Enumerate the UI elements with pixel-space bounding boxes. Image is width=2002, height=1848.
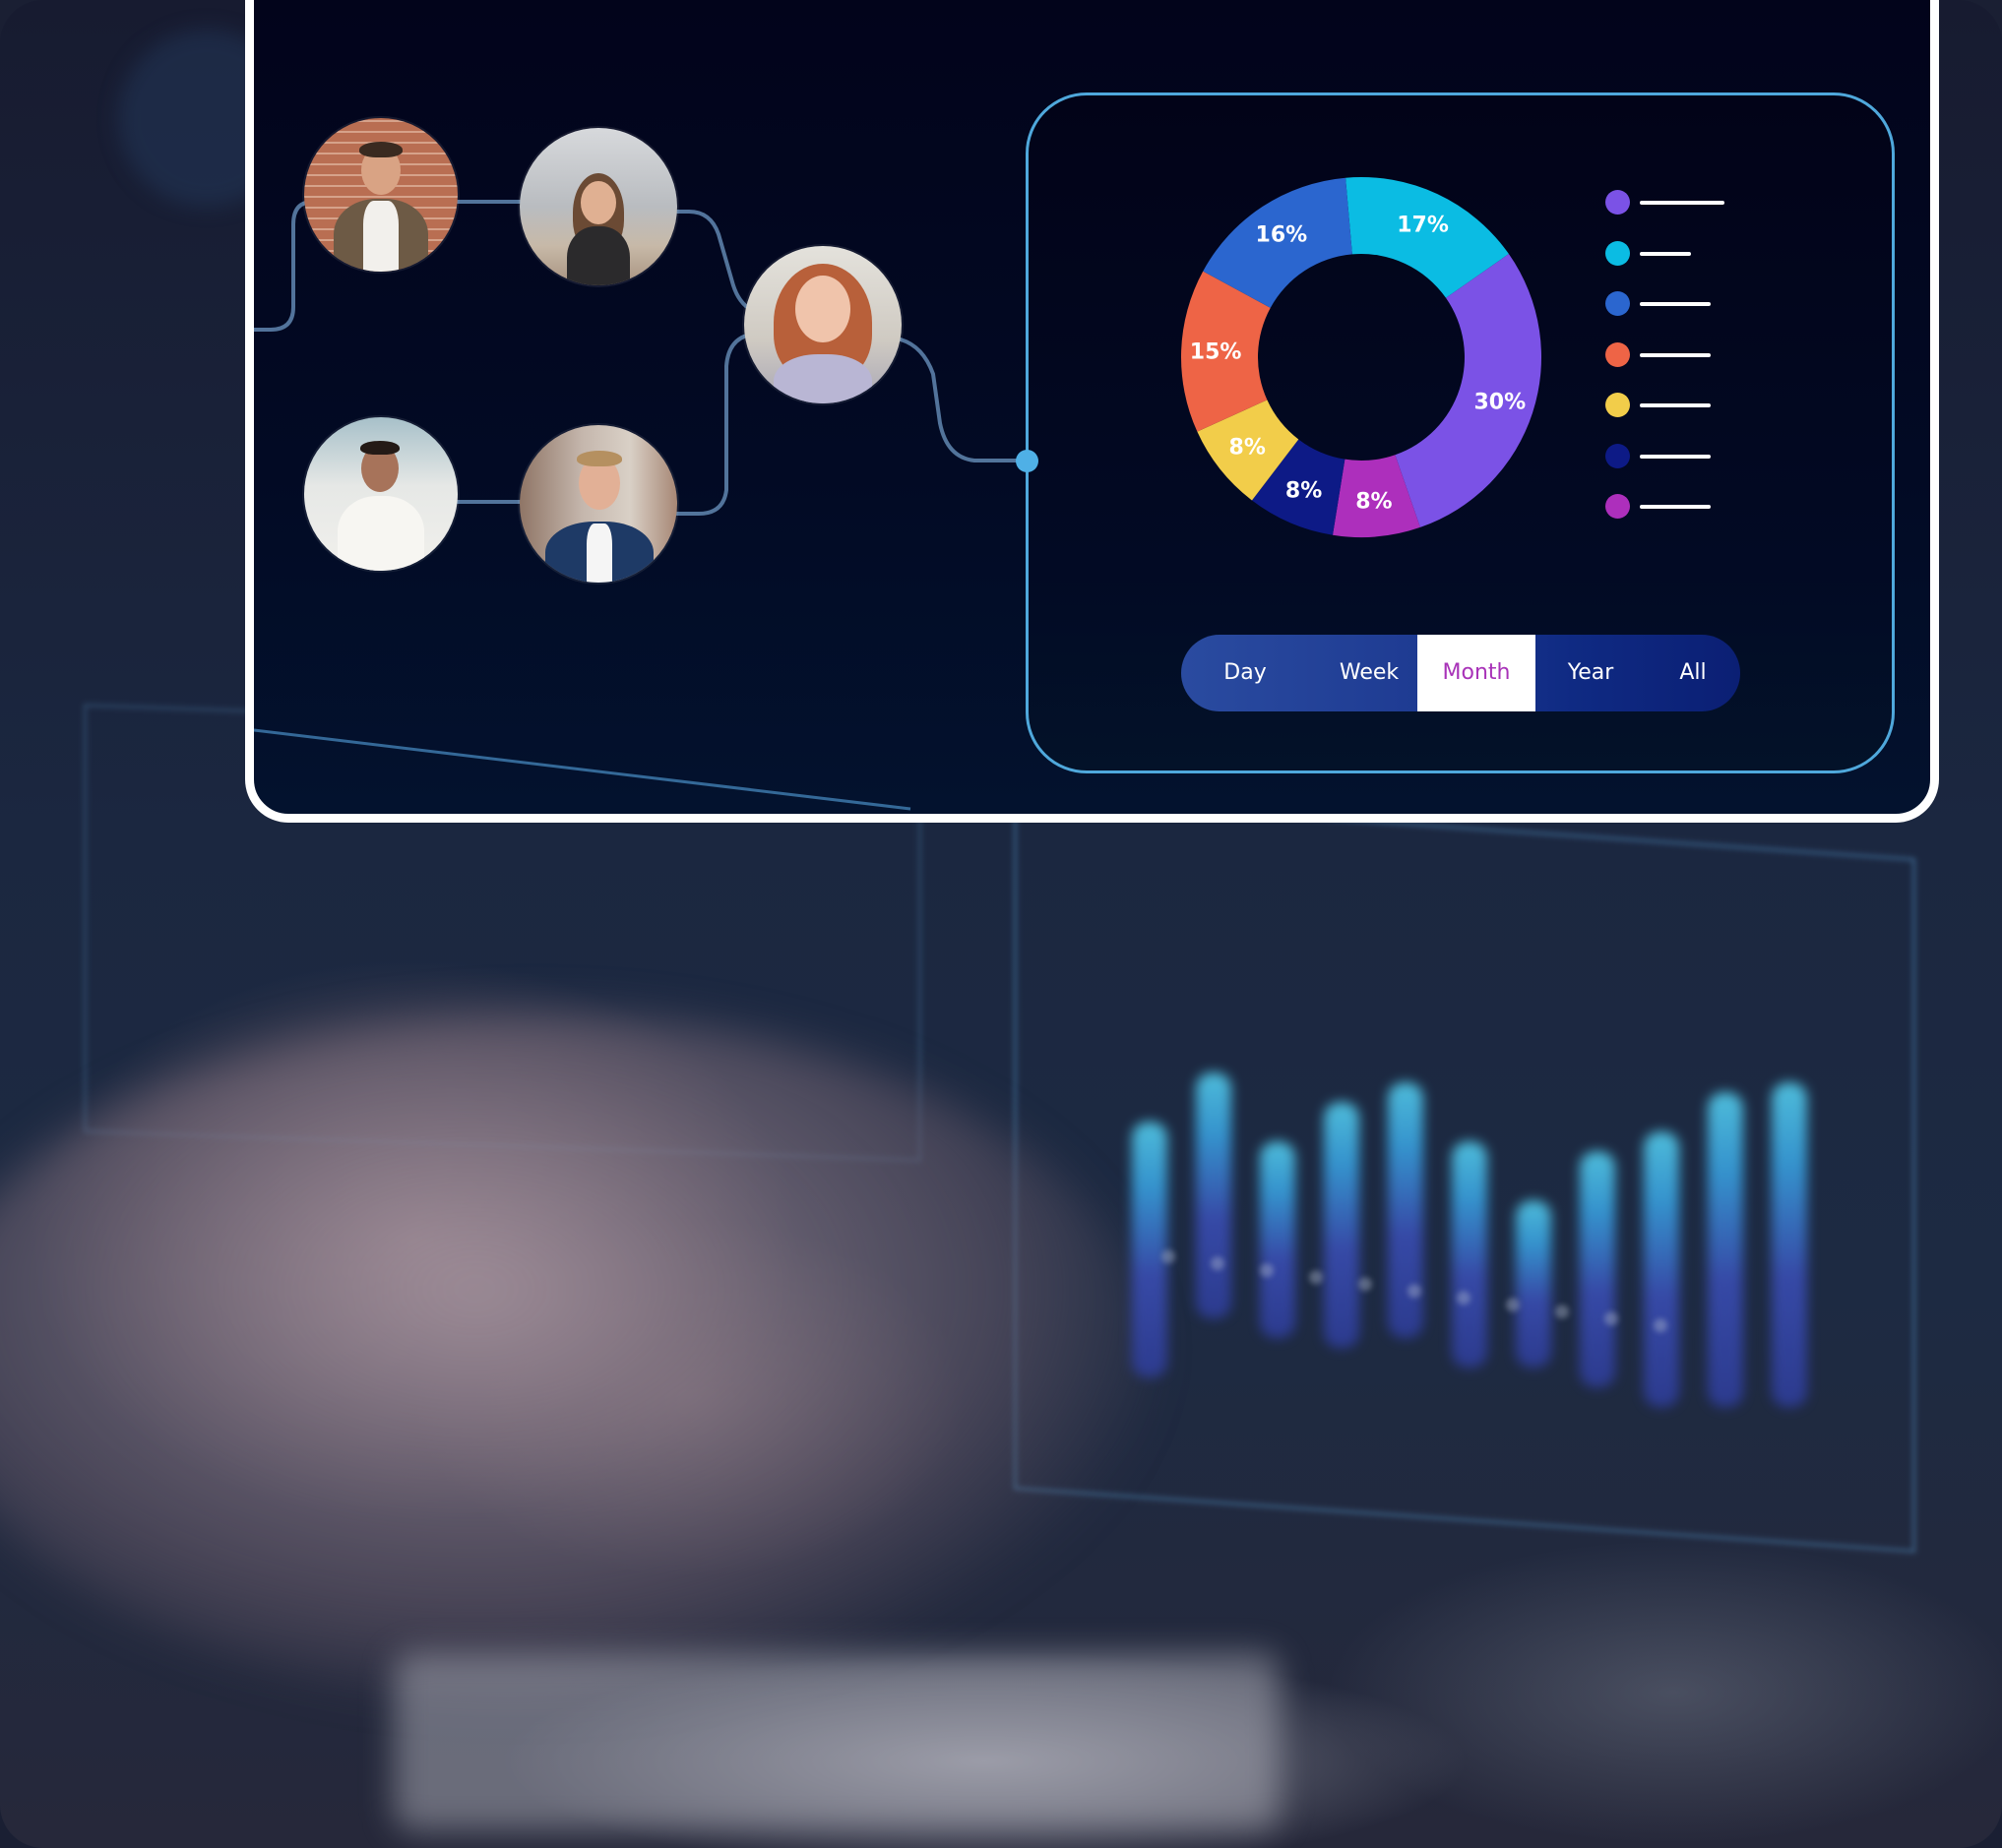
background-chart-dot xyxy=(1408,1284,1421,1298)
donut-slice-label: 17% xyxy=(1397,213,1449,238)
background-chart-dot xyxy=(1457,1291,1470,1305)
donut-slice-label: 30% xyxy=(1473,390,1527,415)
legend-placeholder-line xyxy=(1640,505,1711,509)
background-chart-dot xyxy=(1358,1277,1372,1291)
background-chart-bar xyxy=(1260,1141,1295,1338)
background-chart-bar xyxy=(1196,1073,1231,1319)
legend-placeholder-line xyxy=(1640,352,1711,357)
legend-placeholder-line xyxy=(1640,454,1711,459)
background-chart-bar xyxy=(1644,1132,1679,1407)
legend-color-dot xyxy=(1605,291,1630,316)
background-chart-bar xyxy=(1772,1082,1807,1407)
background-chart-dot xyxy=(1161,1250,1175,1263)
background-hand xyxy=(0,1014,1152,1702)
time-range-day-button[interactable]: Day xyxy=(1181,635,1309,711)
time-range-month-button[interactable]: Month xyxy=(1417,635,1535,711)
time-range-year-button[interactable]: Year xyxy=(1535,635,1646,711)
background-chart-bar xyxy=(1580,1151,1615,1387)
background-chart-bar xyxy=(1388,1082,1423,1338)
donut-slice-label: 8% xyxy=(1228,435,1266,461)
dashboard-frame: 17% 30% 8% 8% 8% 15% 16% Day Week Month Year All xyxy=(245,0,1939,823)
background-chart-dot xyxy=(1654,1319,1667,1332)
legend-color-dot xyxy=(1605,341,1630,367)
background-chart-dot xyxy=(1260,1263,1274,1277)
legend-color-dot xyxy=(1605,393,1630,417)
background-chart-bar xyxy=(1708,1092,1743,1407)
background-chart-dot xyxy=(1604,1312,1618,1325)
background-chart-bar xyxy=(1324,1102,1359,1348)
legend-placeholder-line xyxy=(1640,403,1711,407)
donut-slice-label: 8% xyxy=(1284,478,1323,504)
legend-color-dot xyxy=(1605,443,1630,468)
donut-slice-label: 8% xyxy=(1355,489,1393,515)
legend-placeholder-line xyxy=(1640,201,1724,205)
background-chart-bar xyxy=(1132,1122,1167,1378)
time-range-selector: Day Week Month Year All xyxy=(1181,635,1740,711)
background-trackpad xyxy=(394,1653,1280,1830)
background-chart-dot xyxy=(1309,1270,1323,1284)
background-chart-dot xyxy=(1506,1298,1520,1312)
time-range-week-button[interactable]: Week xyxy=(1309,635,1429,711)
background-chart-dot xyxy=(1211,1257,1224,1270)
time-range-all-button[interactable]: All xyxy=(1646,635,1740,711)
donut-slice-label: 15% xyxy=(1189,339,1242,365)
donut-slice-label: 16% xyxy=(1255,222,1308,248)
legend-placeholder-line xyxy=(1640,251,1691,256)
legend-color-dot xyxy=(1605,494,1630,519)
background-chart-dot xyxy=(1555,1305,1569,1319)
legend-color-dot xyxy=(1605,190,1630,215)
background-chart-bar xyxy=(1516,1201,1551,1368)
legend-color-dot xyxy=(1605,240,1630,266)
background-chart-bar xyxy=(1452,1141,1487,1368)
legend-placeholder-line xyxy=(1640,302,1711,306)
